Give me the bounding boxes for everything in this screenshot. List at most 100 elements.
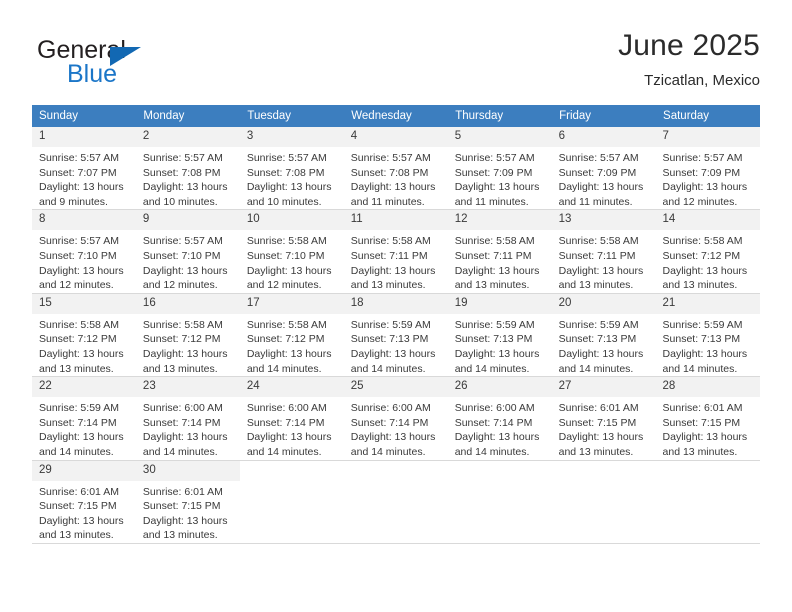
calendar-day-cell[interactable]: 27 Sunrise: 6:01 AM Sunset: 7:15 PM Dayligh… bbox=[551, 376, 656, 461]
day-daylight-2-text: and 12 minutes. bbox=[39, 279, 114, 292]
day-daylight-1-text: Daylight: 13 hours bbox=[142, 431, 228, 444]
day-daylight-1-text: Daylight: 13 hours bbox=[662, 264, 748, 277]
calendar-day-cell[interactable]: 4 Sunrise: 5:57 AM Sunset: 7:08 PM Daylight… bbox=[343, 127, 448, 211]
calendar-day-cell-empty bbox=[239, 460, 344, 544]
day-daylight-1-text: Daylight: 13 hours bbox=[39, 514, 124, 527]
calendar-day-cell[interactable]: 9 Sunrise: 5:57 AM Sunset: 7:10 PM Daylight… bbox=[135, 209, 240, 294]
logo-text-blue: Blue bbox=[67, 60, 118, 88]
day-sunset-text: Sunset: 7:10 PM bbox=[39, 249, 117, 262]
calendar-day-cell[interactable]: 8 Sunrise: 5:57 AM Sunset: 7:10 PM Daylight… bbox=[32, 209, 136, 294]
day-sunrise-text: Sunrise: 6:01 AM bbox=[558, 402, 639, 415]
day-daylight-1-text: Daylight: 13 hours bbox=[454, 264, 540, 277]
day-number: 9 bbox=[135, 210, 240, 231]
calendar-day-cell[interactable]: 14 Sunrise: 5:58 AM Sunset: 7:12 PM Dayligh… bbox=[655, 209, 760, 294]
page-subtitle: Tzicatlan, Mexico bbox=[644, 72, 760, 89]
day-sunrise-text: Sunrise: 5:58 AM bbox=[662, 235, 743, 248]
calendar-day-cell[interactable]: 3 Sunrise: 5:57 AM Sunset: 7:08 PM Daylight… bbox=[239, 127, 344, 211]
day-number: 10 bbox=[239, 210, 344, 231]
day-daylight-2-text: and 13 minutes. bbox=[39, 362, 114, 375]
day-sunset-text: Sunset: 7:08 PM bbox=[142, 166, 221, 179]
day-daylight-1-text: Daylight: 13 hours bbox=[558, 181, 644, 194]
weekday-header-friday: Friday bbox=[551, 105, 657, 127]
day-daylight-1-text: Daylight: 13 hours bbox=[39, 347, 124, 360]
day-daylight-2-text: and 12 minutes. bbox=[662, 195, 738, 208]
day-sunset-text: Sunset: 7:13 PM bbox=[662, 333, 741, 346]
calendar-day-cell[interactable]: 1 Sunrise: 5:57 AM Sunset: 7:07 PM Daylight… bbox=[32, 127, 136, 211]
day-sunrise-text: Sunrise: 5:57 AM bbox=[142, 235, 223, 248]
day-daylight-1-text: Daylight: 13 hours bbox=[246, 347, 332, 360]
day-daylight-1-text: Daylight: 13 hours bbox=[142, 347, 228, 360]
calendar-day-cell[interactable]: 21 Sunrise: 5:59 AM Sunset: 7:13 PM Dayligh… bbox=[655, 293, 760, 378]
calendar-day-cell[interactable]: 30 Sunrise: 6:01 AM Sunset: 7:15 PM Dayligh… bbox=[135, 460, 240, 544]
day-daylight-1-text: Daylight: 13 hours bbox=[142, 514, 228, 527]
calendar-day-cell[interactable]: 13 Sunrise: 5:58 AM Sunset: 7:11 PM Dayligh… bbox=[551, 209, 656, 294]
day-daylight-2-text: and 13 minutes. bbox=[142, 362, 218, 375]
general-blue-logo[interactable]: General Blue bbox=[37, 36, 217, 94]
day-number: 21 bbox=[655, 293, 760, 314]
calendar-day-cell[interactable]: 7 Sunrise: 5:57 AM Sunset: 7:09 PM Daylight… bbox=[655, 127, 760, 211]
day-details: Sunrise: 6:00 AM Sunset: 7:14 PM Daylight:… bbox=[136, 397, 240, 459]
calendar-day-cell[interactable]: 16 Sunrise: 5:58 AM Sunset: 7:12 PM Dayligh… bbox=[135, 293, 240, 378]
calendar-day-cell[interactable]: 28 Sunrise: 6:01 AM Sunset: 7:15 PM Dayligh… bbox=[655, 376, 760, 461]
calendar-day-cell[interactable]: 17 Sunrise: 5:58 AM Sunset: 7:12 PM Dayligh… bbox=[239, 293, 344, 378]
day-sunset-text: Sunset: 7:14 PM bbox=[39, 416, 117, 429]
day-details: Sunrise: 5:58 AM Sunset: 7:10 PM Daylight:… bbox=[240, 230, 344, 292]
day-sunset-text: Sunset: 7:13 PM bbox=[454, 333, 533, 346]
calendar-day-cell[interactable]: 5 Sunrise: 5:57 AM Sunset: 7:09 PM Daylight… bbox=[447, 127, 552, 211]
calendar-header-row: Sunday Monday Tuesday Wednesday Thursday Frid… bbox=[32, 105, 760, 127]
day-number-placeholder bbox=[343, 460, 448, 481]
calendar-day-cell[interactable]: 10 Sunrise: 5:58 AM Sunset: 7:10 PM Dayligh… bbox=[239, 209, 344, 294]
day-sunrise-text: Sunrise: 5:58 AM bbox=[246, 235, 327, 248]
calendar-day-cell[interactable]: 11 Sunrise: 5:58 AM Sunset: 7:11 PM Dayligh… bbox=[343, 209, 448, 294]
day-daylight-2-text: and 11 minutes. bbox=[454, 195, 529, 208]
day-details: Sunrise: 5:59 AM Sunset: 7:13 PM Daylight:… bbox=[656, 314, 760, 376]
day-sunrise-text: Sunrise: 5:57 AM bbox=[662, 152, 743, 164]
calendar-day-cell[interactable]: 29 Sunrise: 6:01 AM Sunset: 7:15 PM Dayligh… bbox=[32, 460, 136, 544]
calendar-day-cell[interactable]: 26 Sunrise: 6:00 AM Sunset: 7:14 PM Dayligh… bbox=[447, 376, 552, 461]
day-number: 13 bbox=[551, 210, 656, 231]
calendar-day-cell-empty bbox=[551, 460, 656, 544]
calendar-day-cell[interactable]: 25 Sunrise: 6:00 AM Sunset: 7:14 PM Dayligh… bbox=[343, 376, 448, 461]
day-sunrise-text: Sunrise: 5:57 AM bbox=[558, 152, 639, 164]
day-daylight-2-text: and 13 minutes. bbox=[662, 279, 738, 292]
day-sunrise-text: Sunrise: 6:01 AM bbox=[142, 485, 223, 498]
day-details: Sunrise: 5:59 AM Sunset: 7:13 PM Daylight:… bbox=[448, 314, 552, 376]
calendar-day-cell[interactable]: 19 Sunrise: 5:59 AM Sunset: 7:13 PM Dayligh… bbox=[447, 293, 552, 378]
day-daylight-2-text: and 13 minutes. bbox=[350, 279, 426, 292]
day-daylight-2-text: and 14 minutes. bbox=[454, 445, 530, 458]
day-daylight-2-text: and 9 minutes. bbox=[39, 195, 108, 208]
day-sunset-text: Sunset: 7:12 PM bbox=[246, 333, 325, 346]
day-daylight-1-text: Daylight: 13 hours bbox=[350, 264, 436, 277]
calendar-day-cell-empty bbox=[655, 460, 760, 544]
day-daylight-1-text: Daylight: 13 hours bbox=[454, 431, 540, 444]
day-details: Sunrise: 5:57 AM Sunset: 7:08 PM Daylight:… bbox=[344, 147, 448, 209]
calendar-day-cell[interactable]: 22 Sunrise: 5:59 AM Sunset: 7:14 PM Dayligh… bbox=[32, 376, 136, 461]
day-daylight-1-text: Daylight: 13 hours bbox=[142, 264, 228, 277]
day-details: Sunrise: 5:57 AM Sunset: 7:08 PM Daylight:… bbox=[240, 147, 344, 209]
day-sunrise-text: Sunrise: 6:00 AM bbox=[142, 402, 223, 415]
calendar-day-cell[interactable]: 20 Sunrise: 5:59 AM Sunset: 7:13 PM Dayligh… bbox=[551, 293, 656, 378]
day-details: Sunrise: 5:57 AM Sunset: 7:07 PM Daylight:… bbox=[32, 147, 136, 209]
calendar-day-cell[interactable]: 23 Sunrise: 6:00 AM Sunset: 7:14 PM Dayligh… bbox=[135, 376, 240, 461]
day-number: 19 bbox=[447, 293, 552, 314]
day-sunrise-text: Sunrise: 5:57 AM bbox=[142, 152, 223, 164]
day-daylight-2-text: and 14 minutes. bbox=[454, 362, 530, 375]
calendar-day-cell[interactable]: 6 Sunrise: 5:57 AM Sunset: 7:09 PM Daylight… bbox=[551, 127, 656, 211]
calendar-day-cell[interactable]: 12 Sunrise: 5:58 AM Sunset: 7:11 PM Dayligh… bbox=[447, 209, 552, 294]
weekday-header-saturday: Saturday bbox=[655, 105, 760, 127]
calendar-day-cell[interactable]: 24 Sunrise: 6:00 AM Sunset: 7:14 PM Dayligh… bbox=[239, 376, 344, 461]
day-daylight-1-text: Daylight: 13 hours bbox=[662, 431, 748, 444]
day-details: Sunrise: 6:00 AM Sunset: 7:14 PM Daylight:… bbox=[240, 397, 344, 459]
calendar-day-cell[interactable]: 15 Sunrise: 5:58 AM Sunset: 7:12 PM Dayligh… bbox=[32, 293, 136, 378]
day-details: Sunrise: 6:01 AM Sunset: 7:15 PM Daylight:… bbox=[552, 397, 656, 459]
day-details: Sunrise: 5:58 AM Sunset: 7:12 PM Daylight:… bbox=[136, 314, 240, 376]
calendar-day-cell[interactable]: 18 Sunrise: 5:59 AM Sunset: 7:13 PM Dayligh… bbox=[343, 293, 448, 378]
day-sunrise-text: Sunrise: 5:58 AM bbox=[350, 235, 431, 248]
day-daylight-1-text: Daylight: 13 hours bbox=[662, 181, 748, 194]
day-details: Sunrise: 6:00 AM Sunset: 7:14 PM Daylight:… bbox=[448, 397, 552, 459]
day-sunrise-text: Sunrise: 6:00 AM bbox=[454, 402, 535, 415]
day-number: 2 bbox=[135, 127, 240, 147]
calendar-day-cell[interactable]: 2 Sunrise: 5:57 AM Sunset: 7:08 PM Daylight… bbox=[135, 127, 240, 211]
day-details: Sunrise: 5:58 AM Sunset: 7:12 PM Daylight:… bbox=[240, 314, 344, 376]
day-details: Sunrise: 5:58 AM Sunset: 7:11 PM Daylight:… bbox=[344, 230, 448, 292]
